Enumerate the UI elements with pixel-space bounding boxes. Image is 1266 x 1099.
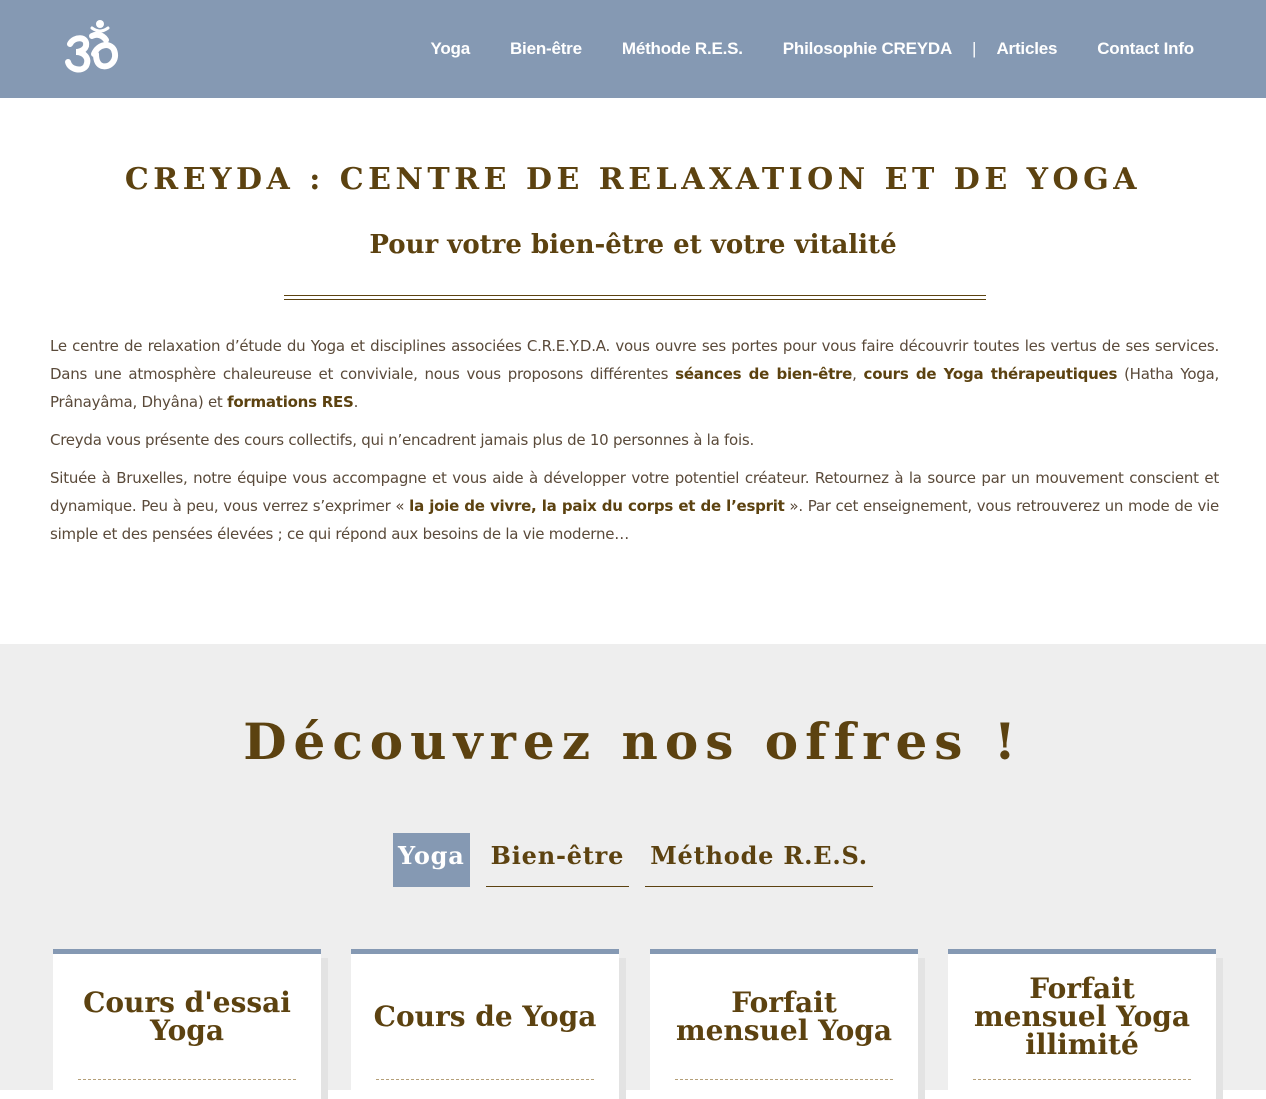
double-divider xyxy=(284,295,986,300)
card-divider xyxy=(973,1079,1191,1080)
offer-card-title: Forfait mensuel Yoga xyxy=(675,985,893,1047)
offers-section: Découvrez nos offres ! Yoga Bien-être Mé… xyxy=(0,644,1266,1099)
nav-yoga[interactable]: Yoga xyxy=(430,39,470,59)
page-subtitle: Pour votre bien-être et votre vitalité xyxy=(369,230,897,260)
nav-bien-etre[interactable]: Bien-être xyxy=(510,39,582,59)
offer-card[interactable]: Cours de Yoga xyxy=(351,949,619,1099)
page-title: CREYDA : CENTRE DE RELAXATION ET DE YOGA xyxy=(124,162,1142,197)
offer-cards: Cours d'essai Yoga Cours de Yoga Forfait… xyxy=(53,949,1228,1099)
nav-contact-info[interactable]: Contact Info xyxy=(1097,39,1194,59)
nav-separator: | xyxy=(972,39,977,58)
nav-methode-res[interactable]: Méthode R.E.S. xyxy=(622,39,743,59)
card-divider xyxy=(675,1079,893,1080)
intro-text: Le centre de relaxation d’étude du Yoga … xyxy=(50,332,1219,558)
highlight-seances: séances de bien-être xyxy=(675,365,853,383)
site-header: Yoga Bien-être Méthode R.E.S. Philosophi… xyxy=(0,0,1266,98)
tab-bien-etre[interactable]: Bien-être xyxy=(485,833,630,887)
intro-paragraph-2: Creyda vous présente des cours collectif… xyxy=(50,431,754,449)
offers-title: Découvrez nos offres ! xyxy=(243,712,1023,771)
highlight-formations-res: formations RES xyxy=(227,393,354,411)
text-segment: . xyxy=(353,393,359,411)
offer-card[interactable]: Cours d'essai Yoga xyxy=(53,949,321,1099)
main-nav: Yoga Bien-être Méthode R.E.S. Philosophi… xyxy=(430,0,1194,98)
offer-card[interactable]: Forfait mensuel Yoga xyxy=(650,949,918,1099)
tab-yoga[interactable]: Yoga xyxy=(393,833,470,887)
text-segment: , xyxy=(852,365,864,383)
intro-paragraph-1: Le centre de relaxation d’étude du Yoga … xyxy=(50,332,1219,416)
offer-tabs: Yoga Bien-être Méthode R.E.S. xyxy=(0,833,1266,887)
offer-card-title: Forfait mensuel Yoga illimité xyxy=(973,971,1191,1061)
highlight-cours-yoga: cours de Yoga thérapeutiques xyxy=(863,365,1118,383)
nav-philosophie-creyda[interactable]: Philosophie CREYDA xyxy=(783,39,952,59)
offer-card[interactable]: Forfait mensuel Yoga illimité xyxy=(948,949,1216,1099)
offer-card-title: Cours de Yoga xyxy=(373,999,597,1033)
highlight-joie-de-vivre: la joie de vivre, la paix du corps et de… xyxy=(409,497,785,515)
intro-paragraph-3: Située à Bruxelles, notre équipe vous ac… xyxy=(50,464,1219,548)
card-divider xyxy=(78,1079,296,1080)
nav-articles[interactable]: Articles xyxy=(996,39,1057,59)
offer-card-title: Cours d'essai Yoga xyxy=(83,985,291,1047)
om-icon[interactable] xyxy=(62,16,126,76)
card-divider xyxy=(376,1079,594,1080)
tab-methode-res[interactable]: Méthode R.E.S. xyxy=(645,833,873,887)
intro-section: CREYDA : CENTRE DE RELAXATION ET DE YOGA… xyxy=(0,98,1266,644)
